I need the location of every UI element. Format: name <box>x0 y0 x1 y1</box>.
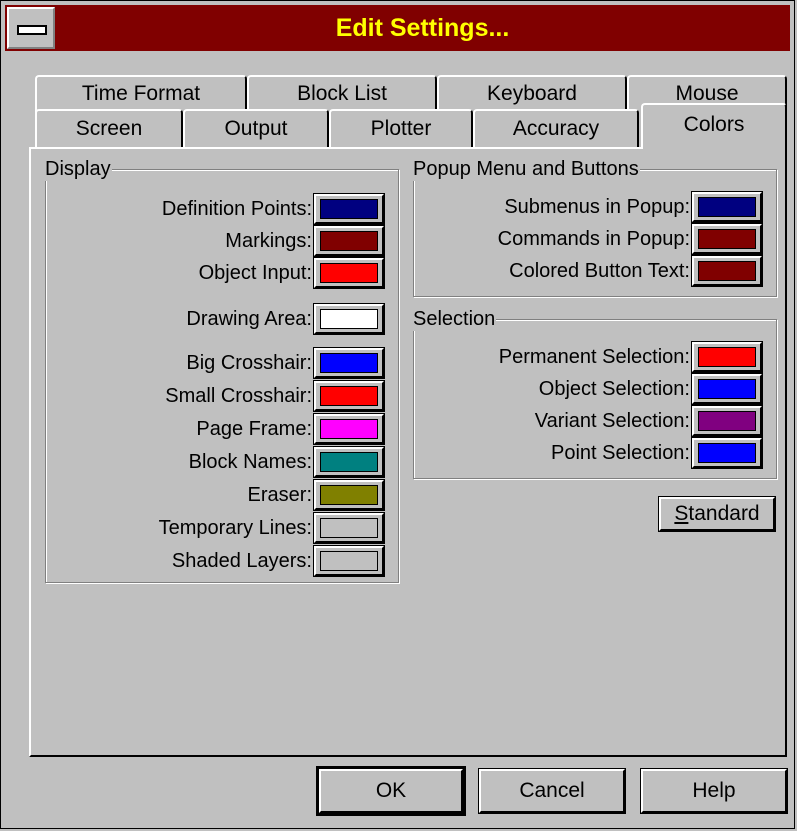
drawing-area-label: Drawing Area: <box>186 307 312 330</box>
permanent-selection-color-button[interactable] <box>691 341 763 373</box>
permanent-selection-label: Permanent Selection: <box>498 345 690 368</box>
object-input-label: Object Input: <box>198 261 312 284</box>
color-swatch <box>698 411 756 431</box>
display-row-temporary-lines: Temporary Lines: <box>158 512 385 544</box>
system-menu-button[interactable] <box>7 7 55 49</box>
temporary-lines-color-button[interactable] <box>313 512 385 544</box>
variant-selection-color-button[interactable] <box>691 405 763 437</box>
selection-row-object: Object Selection: <box>538 373 763 405</box>
cancel-button[interactable]: Cancel <box>478 768 626 814</box>
tab-plotter[interactable]: Plotter <box>329 109 473 149</box>
color-swatch <box>698 229 756 249</box>
selection-group: Selection Permanent Selection: Object Se… <box>412 307 777 479</box>
shaded-layers-label: Shaded Layers: <box>171 549 312 572</box>
window-title: Edit Settings... <box>335 14 510 42</box>
tab-colors[interactable]: Colors <box>641 103 787 149</box>
standard-button-label: tandard <box>688 502 760 525</box>
display-row-small-crosshair: Small Crosshair: <box>165 380 385 412</box>
display-row-object-input: Object Input: <box>198 257 385 289</box>
shaded-layers-color-button[interactable] <box>313 545 385 577</box>
big-crosshair-color-button[interactable] <box>313 347 385 379</box>
color-swatch <box>698 347 756 367</box>
color-swatch <box>698 261 756 281</box>
selection-row-variant: Variant Selection: <box>534 405 763 437</box>
commands-in-popup-color-button[interactable] <box>691 223 763 255</box>
display-row-shaded-layers: Shaded Layers: <box>171 545 385 577</box>
block-names-label: Block Names: <box>188 450 312 473</box>
page-frame-label: Page Frame: <box>196 417 312 440</box>
submenus-in-popup-label: Submenus in Popup: <box>504 195 690 218</box>
selection-row-point: Point Selection: <box>551 437 763 469</box>
standard-button[interactable]: Standard <box>658 496 776 532</box>
tab-screen[interactable]: Screen <box>35 109 183 149</box>
popup-row-commands: Commands in Popup: <box>497 223 763 255</box>
color-swatch <box>320 485 378 505</box>
color-swatch <box>698 443 756 463</box>
markings-color-button[interactable] <box>313 225 385 257</box>
colored-button-text-label: Colored Button Text: <box>509 259 690 282</box>
color-swatch <box>320 231 378 251</box>
definition-points-color-button[interactable] <box>313 193 385 225</box>
small-crosshair-label: Small Crosshair: <box>165 384 312 407</box>
title-bar: Edit Settings... <box>5 5 790 51</box>
color-swatch <box>320 353 378 373</box>
tab-time-format[interactable]: Time Format <box>35 75 247 113</box>
object-input-color-button[interactable] <box>313 257 385 289</box>
tab-block-list[interactable]: Block List <box>247 75 437 113</box>
selection-row-permanent: Permanent Selection: <box>498 341 763 373</box>
selection-group-title: Selection <box>412 307 497 331</box>
tab-accuracy[interactable]: Accuracy <box>473 109 639 149</box>
standard-button-accelerator: S <box>674 502 689 525</box>
help-button[interactable]: Help <box>640 768 788 814</box>
object-selection-color-button[interactable] <box>691 373 763 405</box>
submenus-in-popup-color-button[interactable] <box>691 191 763 223</box>
temporary-lines-label: Temporary Lines: <box>158 516 312 539</box>
display-group-title: Display <box>44 157 112 181</box>
eraser-color-button[interactable] <box>313 479 385 511</box>
point-selection-color-button[interactable] <box>691 437 763 469</box>
popup-menu-group-title: Popup Menu and Buttons <box>412 157 640 181</box>
display-row-eraser: Eraser: <box>247 479 385 511</box>
point-selection-label: Point Selection: <box>551 441 690 464</box>
colored-button-text-color-button[interactable] <box>691 255 763 287</box>
color-swatch <box>320 551 378 571</box>
popup-menu-group: Popup Menu and Buttons Submenus in Popup… <box>412 157 777 297</box>
color-swatch <box>320 199 378 219</box>
object-selection-label: Object Selection: <box>538 377 690 400</box>
display-row-block-names: Block Names: <box>188 446 385 478</box>
popup-row-colored-button-text: Colored Button Text: <box>509 255 763 287</box>
display-row-drawing-area: Drawing Area: <box>186 303 385 335</box>
edit-settings-dialog: Edit Settings... Time Format Block List … <box>0 0 795 829</box>
color-swatch <box>320 419 378 439</box>
tab-keyboard[interactable]: Keyboard <box>437 75 627 113</box>
eraser-label: Eraser: <box>247 483 312 506</box>
variant-selection-label: Variant Selection: <box>534 409 690 432</box>
display-row-definition-points: Definition Points: <box>161 193 385 225</box>
color-swatch <box>698 197 756 217</box>
color-swatch <box>320 309 378 329</box>
display-row-big-crosshair: Big Crosshair: <box>186 347 385 379</box>
definition-points-label: Definition Points: <box>161 197 312 220</box>
small-crosshair-color-button[interactable] <box>313 380 385 412</box>
drawing-area-color-button[interactable] <box>313 303 385 335</box>
color-swatch <box>320 518 378 538</box>
display-row-markings: Markings: <box>225 225 385 257</box>
markings-label: Markings: <box>225 229 312 252</box>
tab-panel-colors: Display Definition Points: Markings: Obj… <box>29 147 787 757</box>
color-swatch <box>320 263 378 283</box>
color-swatch <box>320 452 378 472</box>
system-menu-icon <box>17 25 47 35</box>
display-row-page-frame: Page Frame: <box>196 413 385 445</box>
color-swatch <box>698 379 756 399</box>
tab-output[interactable]: Output <box>183 109 329 149</box>
display-group: Display Definition Points: Markings: Obj… <box>44 157 399 583</box>
popup-row-submenus: Submenus in Popup: <box>504 191 763 223</box>
commands-in-popup-label: Commands in Popup: <box>497 227 690 250</box>
color-swatch <box>320 386 378 406</box>
page-frame-color-button[interactable] <box>313 413 385 445</box>
big-crosshair-label: Big Crosshair: <box>186 351 312 374</box>
ok-button[interactable]: OK <box>316 766 466 816</box>
block-names-color-button[interactable] <box>313 446 385 478</box>
